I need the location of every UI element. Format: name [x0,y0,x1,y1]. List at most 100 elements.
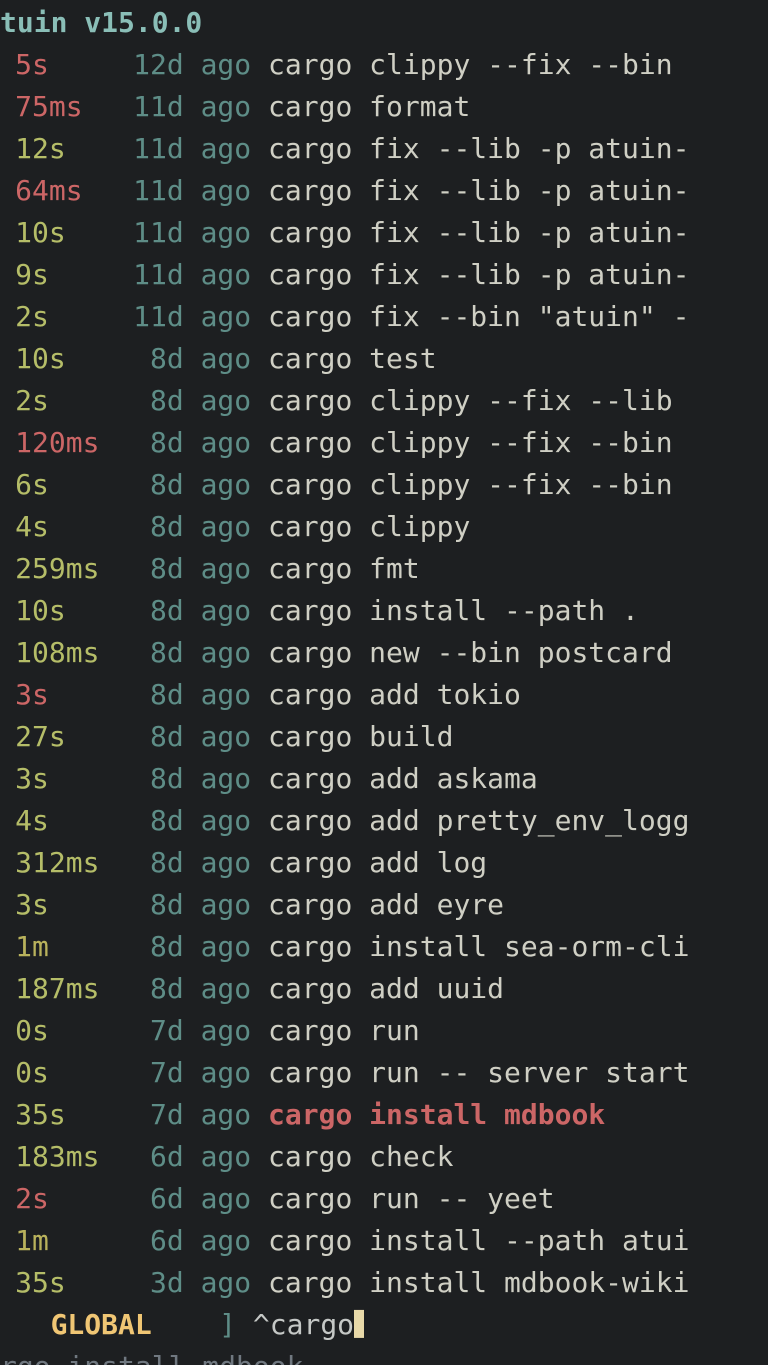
duration: 183ms [0,1136,116,1178]
age: 8d [116,926,183,968]
duration: 187ms [0,968,116,1010]
age: 11d [116,128,183,170]
history-row[interactable]: 2s11d ago cargo fix --bin "atuin" - [0,296,768,338]
status-bar[interactable]: GLOBAL ] ^cargo [0,1304,768,1346]
ago-label: ago [201,594,252,627]
duration: 9s [0,254,116,296]
command-text: cargo clippy --fix --bin [268,468,689,501]
age: 8d [116,632,183,674]
duration: 0s [0,1010,116,1052]
command-text: cargo run -- server start [268,1056,689,1089]
age: 3d [116,1262,183,1304]
command-text: cargo format [268,90,470,123]
ago-label: ago [201,636,252,669]
ago-label: ago [201,384,252,417]
duration: 108ms [0,632,116,674]
age: 11d [116,212,183,254]
age: 6d [116,1220,183,1262]
command-text: cargo install sea-orm-cli [268,930,689,963]
command-text: cargo clippy --fix --lib [268,384,689,417]
history-row[interactable]: 2s8d ago cargo clippy --fix --lib [0,380,768,422]
history-row[interactable]: 35s3d ago cargo install mdbook-wiki [0,1262,768,1304]
duration: 1m [0,926,116,968]
ago-label: ago [201,174,252,207]
history-row[interactable]: 120ms8d ago cargo clippy --fix --bin [0,422,768,464]
history-row[interactable]: 259ms8d ago cargo fmt [0,548,768,590]
command-text: cargo test [268,342,437,375]
ago-label: ago [201,720,252,753]
age: 11d [116,296,183,338]
command-text: cargo check [268,1140,453,1173]
ago-label: ago [201,510,252,543]
command-text: cargo build [268,720,453,753]
ago-label: ago [201,48,252,81]
duration: 64ms [0,170,116,212]
bracket-icon: ] [219,1308,236,1341]
ago-label: ago [201,90,252,123]
duration: 35s [0,1262,116,1304]
ago-label: ago [201,1098,252,1131]
history-row[interactable]: 4s8d ago cargo add pretty_env_logg [0,800,768,842]
search-input[interactable]: ^cargo [253,1308,354,1341]
command-text: cargo run [268,1014,420,1047]
history-row[interactable]: 3s8d ago cargo add askama [0,758,768,800]
history-row[interactable]: 75ms11d ago cargo format [0,86,768,128]
history-row[interactable]: 4s8d ago cargo clippy [0,506,768,548]
history-row[interactable]: 1m8d ago cargo install sea-orm-cli [0,926,768,968]
history-row[interactable]: 1m6d ago cargo install --path atui [0,1220,768,1262]
history-row[interactable]: 9s11d ago cargo fix --lib -p atuin- [0,254,768,296]
history-row[interactable]: 12s11d ago cargo fix --lib -p atuin- [0,128,768,170]
duration: 259ms [0,548,116,590]
ago-label: ago [201,216,252,249]
age: 8d [116,884,183,926]
ago-label: ago [201,846,252,879]
history-row[interactable]: 187ms8d ago cargo add uuid [0,968,768,1010]
history-row[interactable]: 0s7d ago cargo run -- server start [0,1052,768,1094]
history-row[interactable]: 10s8d ago cargo test [0,338,768,380]
ago-label: ago [201,1140,252,1173]
command-text: cargo install --path . [268,594,639,627]
app-title: tuin v15.0.0 [0,6,202,39]
command-text: cargo clippy [268,510,470,543]
command-text: cargo add uuid [268,972,504,1005]
duration: 5s [0,44,116,86]
ago-label: ago [201,552,252,585]
ago-label: ago [201,1266,252,1299]
filter-scope: GLOBAL [51,1308,152,1341]
duration: 0s [0,1052,116,1094]
ago-label: ago [201,930,252,963]
age: 8d [116,674,183,716]
command-text: cargo fix --bin "atuin" - [268,300,689,333]
history-row[interactable]: 27s8d ago cargo build [0,716,768,758]
history-row[interactable]: 312ms8d ago cargo add log [0,842,768,884]
history-row[interactable]: 64ms11d ago cargo fix --lib -p atuin- [0,170,768,212]
history-row[interactable]: 6s8d ago cargo clippy --fix --bin [0,464,768,506]
history-row[interactable]: 0s7d ago cargo run [0,1010,768,1052]
ago-label: ago [201,1224,252,1257]
command-text: cargo install mdbook-wiki [268,1266,689,1299]
history-row[interactable]: 35s7d ago cargo install mdbook [0,1094,768,1136]
history-row[interactable]: 108ms8d ago cargo new --bin postcard [0,632,768,674]
duration: 312ms [0,842,116,884]
duration: 10s [0,212,116,254]
history-row[interactable]: 183ms6d ago cargo check [0,1136,768,1178]
history-row[interactable]: 5s12d ago cargo clippy --fix --bin [0,44,768,86]
command-text: cargo fix --lib -p atuin- [268,132,689,165]
duration: 6s [0,464,116,506]
ago-label: ago [201,888,252,921]
ago-label: ago [201,132,252,165]
history-row[interactable]: 10s11d ago cargo fix --lib -p atuin- [0,212,768,254]
ago-label: ago [201,972,252,1005]
ago-label: ago [201,678,252,711]
history-row[interactable]: 3s8d ago cargo add tokio [0,674,768,716]
duration: 3s [0,758,116,800]
history-row[interactable]: 3s8d ago cargo add eyre [0,884,768,926]
command-text: cargo fix --lib -p atuin- [268,258,689,291]
ago-label: ago [201,300,252,333]
duration: 12s [0,128,116,170]
age: 11d [116,86,183,128]
history-row[interactable]: 2s6d ago cargo run -- yeet [0,1178,768,1220]
command-text: cargo fix --lib -p atuin- [268,216,689,249]
history-row[interactable]: 10s8d ago cargo install --path . [0,590,768,632]
command-text: cargo install --path atui [268,1224,689,1257]
